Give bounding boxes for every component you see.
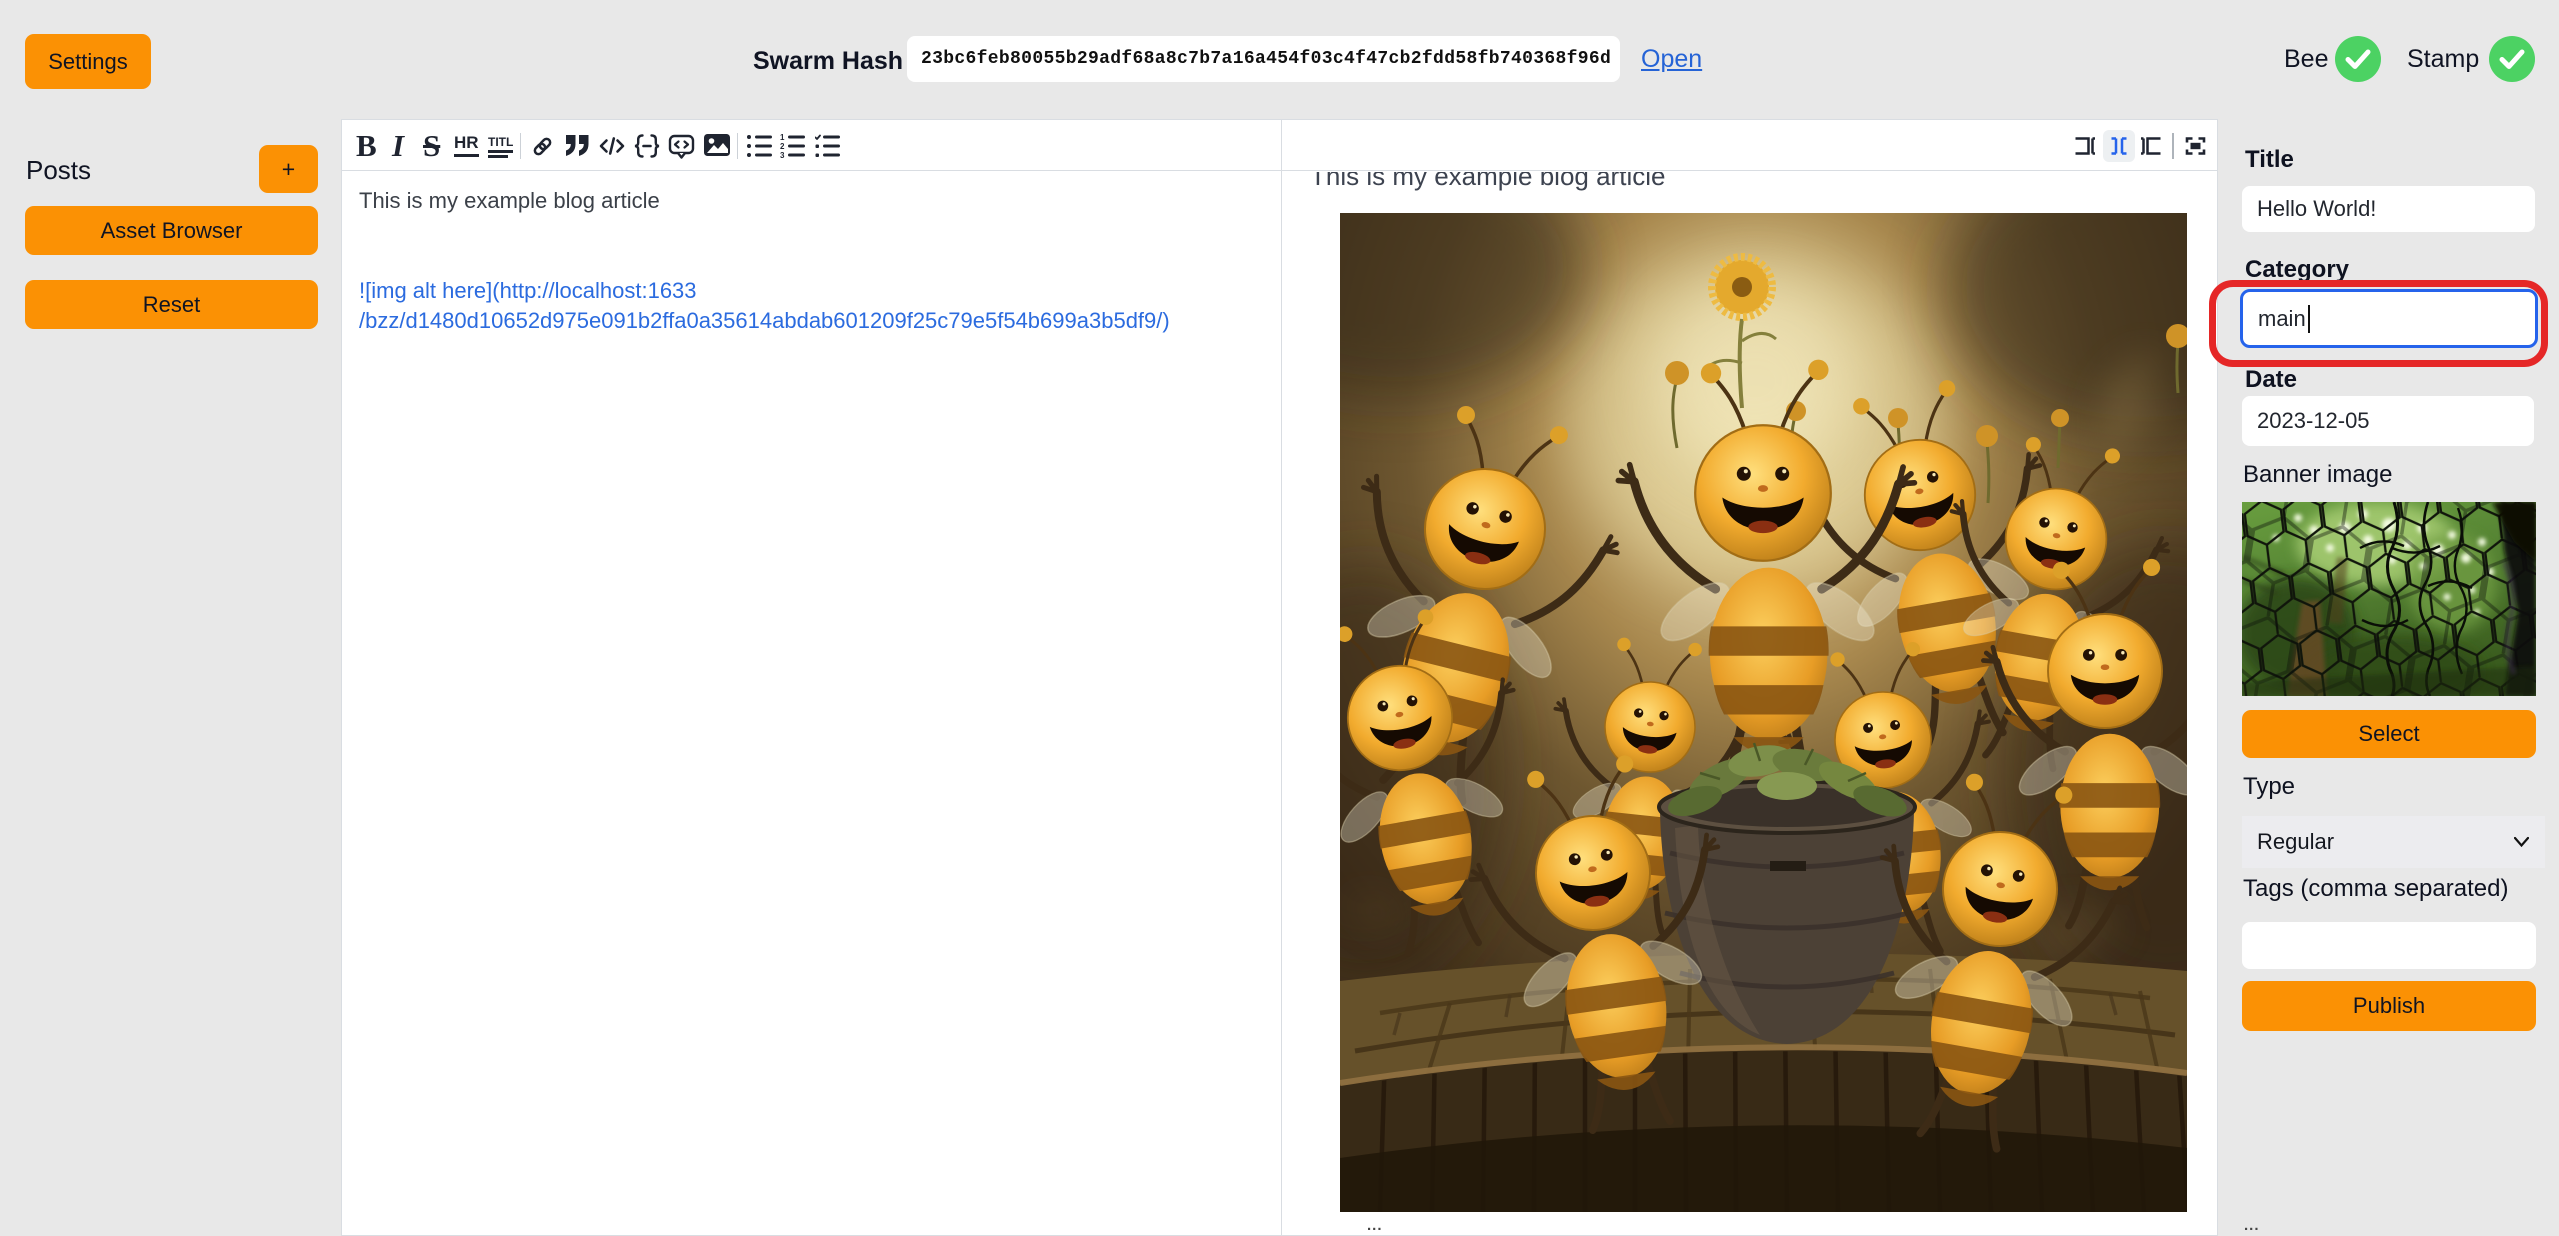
svg-text:2: 2 [780,142,785,151]
svg-text:3: 3 [780,151,785,158]
svg-text:1: 1 [780,134,785,142]
